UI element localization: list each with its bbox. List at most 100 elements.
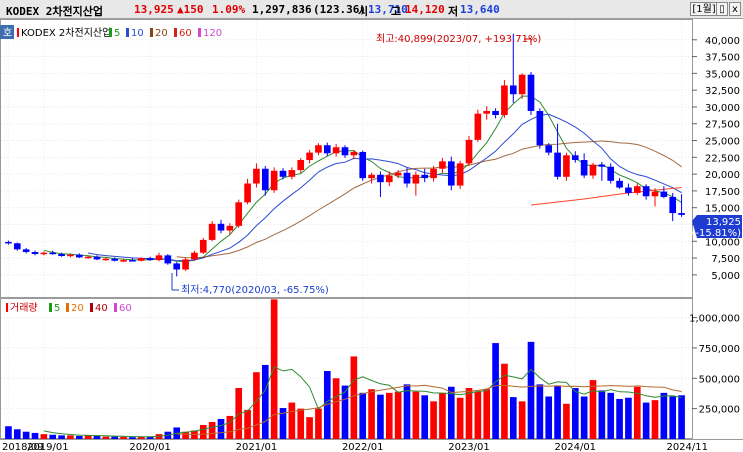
price-tick-label: 37,500 bbox=[705, 53, 740, 64]
volume-bar bbox=[625, 397, 632, 439]
volume-bar bbox=[660, 392, 668, 439]
volume-bar bbox=[5, 426, 12, 439]
candle-body bbox=[315, 145, 322, 153]
open-value: 13,710 bbox=[368, 3, 408, 16]
legend-label: 20 bbox=[71, 303, 84, 314]
volume-tick-label: 750,000 bbox=[699, 344, 740, 355]
candle-body bbox=[67, 254, 74, 257]
max-annotation: 최고:40,899(2023/07, +193.71%) bbox=[376, 33, 541, 45]
candle-body bbox=[660, 191, 668, 197]
candle-body bbox=[191, 252, 198, 260]
candle-body bbox=[31, 252, 39, 255]
volume-bar bbox=[368, 389, 375, 439]
candle bbox=[501, 80, 508, 118]
volume-bar bbox=[199, 425, 207, 439]
volume-bar bbox=[403, 384, 411, 439]
volume-bar bbox=[13, 429, 21, 439]
volume-bar bbox=[359, 392, 367, 439]
current-price: 13,925 bbox=[134, 3, 174, 16]
candle-body bbox=[465, 139, 473, 164]
volume-bar bbox=[571, 388, 579, 439]
close-button[interactable]: x bbox=[729, 2, 741, 16]
settings-button[interactable]: ▯ bbox=[716, 2, 728, 16]
candle-body bbox=[474, 113, 482, 140]
price-tick-label: 20,000 bbox=[705, 170, 740, 181]
volume-bar bbox=[306, 417, 313, 439]
candle-body bbox=[261, 168, 269, 191]
legend-label: 20 bbox=[155, 28, 168, 39]
volume-bar bbox=[412, 391, 420, 439]
volume-bar bbox=[554, 385, 561, 439]
candle bbox=[536, 108, 544, 149]
stock-name: KODEX 2차전지산업 bbox=[6, 5, 103, 18]
current-price-tag-percent: (-15.81%) bbox=[691, 228, 741, 239]
candle-body bbox=[678, 213, 685, 215]
candle bbox=[182, 257, 189, 271]
legend-label: 120 bbox=[203, 28, 222, 39]
volume-bar bbox=[678, 395, 685, 439]
volume-bar bbox=[563, 403, 570, 439]
low-value: 13,640 bbox=[460, 3, 500, 16]
price-tick-label: 32,500 bbox=[705, 86, 740, 97]
low-label: 저 bbox=[448, 5, 459, 18]
volume-bar bbox=[598, 390, 606, 439]
time-tick-label: 2020/01 bbox=[129, 442, 171, 452]
volume-bar bbox=[580, 396, 588, 439]
price-tick-label: 30,000 bbox=[705, 103, 740, 114]
candle bbox=[447, 156, 455, 191]
candle-body bbox=[199, 239, 207, 253]
period-button[interactable]: [1월] bbox=[690, 2, 718, 16]
candle bbox=[270, 167, 278, 193]
candle-body bbox=[102, 258, 110, 261]
candle-body bbox=[483, 110, 491, 114]
volume-y-axis: 250,000 500,000 750,000 1,000,000 bbox=[689, 314, 740, 416]
candle-body bbox=[182, 259, 189, 270]
volume-bar bbox=[589, 380, 597, 439]
price-tick-label: 40,000 bbox=[705, 36, 740, 47]
candle-body bbox=[93, 256, 101, 260]
volume-bar bbox=[111, 436, 119, 439]
legend-label: 60 bbox=[179, 28, 192, 39]
candle-body bbox=[5, 241, 12, 244]
candle-body bbox=[394, 172, 402, 176]
price-y-axis: 5,0007,50010,00012,50015,00017,50020,000… bbox=[692, 36, 740, 282]
price-tick-label: 25,000 bbox=[705, 137, 740, 148]
volume-bar bbox=[642, 402, 650, 439]
candle-body bbox=[288, 170, 296, 177]
candle-body bbox=[456, 163, 464, 186]
legend-label: 60 bbox=[119, 303, 132, 314]
candle-body bbox=[13, 243, 21, 250]
candle-body bbox=[439, 161, 446, 169]
candle-body bbox=[580, 160, 588, 176]
time-tick-label: 2021/01 bbox=[236, 442, 278, 452]
time-tick-label: 2023/01 bbox=[448, 442, 490, 452]
legend-swatch bbox=[174, 28, 177, 37]
candle-body bbox=[235, 202, 243, 226]
candle-body bbox=[208, 223, 216, 240]
candle-body bbox=[403, 172, 411, 184]
volume-bar bbox=[377, 394, 384, 439]
candle-body bbox=[49, 252, 57, 255]
legend-label: 5 bbox=[114, 28, 120, 39]
candle-body bbox=[332, 147, 340, 154]
min-annotation-text: 최저:4,770(2020/03, -65.75%) bbox=[181, 284, 329, 296]
volume-bar bbox=[208, 422, 216, 439]
candle-body bbox=[40, 252, 48, 255]
candle-body bbox=[607, 166, 615, 181]
legend-swatch bbox=[90, 303, 93, 312]
price-tick-label: 7,500 bbox=[711, 254, 740, 265]
volume-bar bbox=[465, 388, 473, 439]
candle-body bbox=[412, 174, 420, 184]
price-change-percent: 1.09% bbox=[212, 3, 246, 16]
candle-body bbox=[146, 258, 154, 261]
time-x-axis: 2018/092019/01 2020/01 2021/01 2022/01 2023/… bbox=[2, 442, 708, 452]
volume-bar bbox=[385, 392, 393, 439]
legend-label: 5 bbox=[54, 303, 60, 314]
candle bbox=[164, 254, 172, 265]
chart-svg: 5,0007,50010,00012,50015,00017,50020,000… bbox=[0, 19, 743, 452]
candle-body bbox=[129, 260, 136, 262]
volume-bar bbox=[545, 396, 553, 439]
legend-swatch bbox=[150, 28, 153, 37]
candle-body bbox=[164, 255, 172, 264]
candle-body bbox=[137, 258, 145, 261]
